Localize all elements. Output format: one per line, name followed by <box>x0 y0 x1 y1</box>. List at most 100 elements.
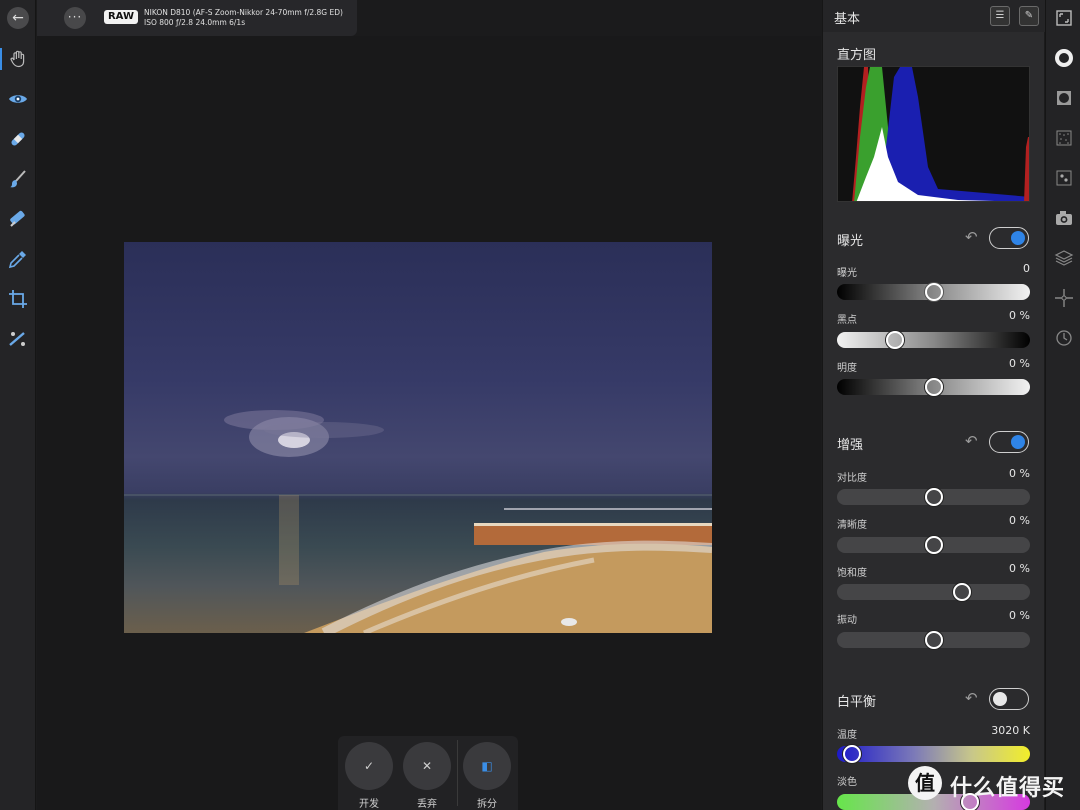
back-arrow-icon: ← <box>12 10 24 26</box>
temperature-slider-thumb[interactable] <box>843 745 862 763</box>
discard-label: 丢弃 <box>417 799 437 810</box>
split-view-icon: ◧ <box>481 759 493 773</box>
saturation-value: 0 % <box>1009 562 1030 575</box>
brightness-label: 明度 <box>837 363 857 374</box>
layers-icon[interactable] <box>1054 248 1074 268</box>
enhance-reset-icon[interactable]: ↶ <box>965 432 978 450</box>
contrast-slider[interactable] <box>837 488 1030 506</box>
enhance-toggle[interactable] <box>989 431 1029 453</box>
history-icon[interactable] <box>1054 328 1074 348</box>
enhance-section-title: 增强 <box>837 438 864 453</box>
photo-info-bar: ··· RAW NIKON D810 (AF-S Zoom-Nikkor 24-… <box>37 0 357 36</box>
brush-icon[interactable] <box>7 168 29 190</box>
toggle-knob <box>1011 231 1025 245</box>
pin-button[interactable]: ✎ <box>1019 6 1039 26</box>
split-button[interactable]: ◧ <box>463 742 511 790</box>
black-point-slider[interactable] <box>837 331 1030 349</box>
white-balance-section-title: 白平衡 <box>837 695 877 710</box>
basic-panel: 基本 ☰ ✎ 直方图 曝光 ↶ 曝光 0 黑点 0 % 明度 0 % 增强 ↶ … <box>822 0 1045 810</box>
saturation-slider-thumb[interactable] <box>953 583 972 601</box>
black-point-slider-thumb[interactable] <box>885 331 904 349</box>
camera-lens-text: NIKON D810 (AF-S Zoom-Nikkor 24-70mm f/2… <box>144 8 343 17</box>
histogram-title: 直方图 <box>837 48 877 63</box>
exposure-toggle[interactable] <box>989 227 1029 249</box>
check-icon: ✓ <box>363 759 375 773</box>
clarity-slider-thumb[interactable] <box>924 536 943 554</box>
raw-badge: RAW <box>104 10 138 24</box>
toggle-knob <box>1011 435 1025 449</box>
black-point-value: 0 % <box>1009 309 1030 322</box>
maximize-icon[interactable] <box>1054 8 1074 28</box>
close-icon: ✕ <box>421 759 433 773</box>
watermark-text: 什么值得买 <box>950 776 1066 801</box>
crop-icon[interactable] <box>7 288 29 310</box>
contrast-label: 对比度 <box>837 473 867 484</box>
photo-preview[interactable] <box>124 242 712 633</box>
tone-wheel-icon[interactable] <box>1054 48 1074 68</box>
clarity-value: 0 % <box>1009 514 1030 527</box>
exposure-reset-icon[interactable]: ↶ <box>965 228 978 246</box>
hand-tool-icon[interactable] <box>0 48 29 70</box>
vibrance-slider-thumb[interactable] <box>924 631 943 649</box>
dots-icon[interactable] <box>1054 168 1074 188</box>
exposure-settings-text: ISO 800 ƒ/2.8 24.0mm 6/1s <box>144 18 246 27</box>
split-label: 拆分 <box>477 799 497 810</box>
histogram <box>837 66 1030 202</box>
develop-button[interactable]: ✓ <box>345 742 393 790</box>
watermark: 值 什么值得买 <box>908 764 1076 804</box>
discard-button[interactable]: ✕ <box>403 742 451 790</box>
contrast-value: 0 % <box>1009 467 1030 480</box>
camera-icon[interactable] <box>1054 208 1074 228</box>
brightness-value: 0 % <box>1009 357 1030 370</box>
color-picker-icon[interactable] <box>7 248 29 270</box>
vignette-icon[interactable] <box>1054 88 1074 108</box>
exposure-slider-thumb[interactable] <box>924 283 943 301</box>
vibrance-label: 振动 <box>837 615 857 626</box>
saturation-label: 饱和度 <box>837 568 867 579</box>
temperature-slider[interactable] <box>837 745 1030 763</box>
gradient-brush-icon[interactable] <box>7 208 29 230</box>
watermark-logo: 值 <box>908 766 942 800</box>
black-point-label: 黑点 <box>837 315 857 326</box>
studio-rail <box>1045 0 1080 810</box>
bandage-icon[interactable] <box>7 128 29 150</box>
pin-icon: ✎ <box>1024 10 1034 21</box>
left-toolbar: ← <box>0 0 36 810</box>
clarity-label: 清晰度 <box>837 520 867 531</box>
exposure-value: 0 <box>1023 262 1030 275</box>
toggle-knob <box>993 692 1007 706</box>
panel-title: 基本 <box>834 12 861 27</box>
split-action[interactable]: ◧ 拆分 <box>462 742 512 810</box>
brightness-slider-thumb[interactable] <box>924 378 943 396</box>
sparkle-icon[interactable] <box>1054 288 1074 308</box>
noise-icon[interactable] <box>1054 128 1074 148</box>
list-icon: ☰ <box>995 10 1005 21</box>
preset-menu-button[interactable]: ☰ <box>990 6 1010 26</box>
develop-action[interactable]: ✓ 开发 <box>344 742 394 810</box>
panel-header: 基本 ☰ ✎ <box>823 0 1045 32</box>
exposure-label: 曝光 <box>837 268 857 279</box>
develop-actions-bar: ✓ 开发 ✕ 丢弃 ◧ 拆分 <box>338 736 518 810</box>
vibrance-value: 0 % <box>1009 609 1030 622</box>
straighten-icon[interactable] <box>7 328 29 350</box>
contrast-slider-thumb[interactable] <box>924 488 943 506</box>
saturation-slider[interactable] <box>837 583 1030 601</box>
temperature-value: 3020 K <box>991 724 1030 737</box>
discard-action[interactable]: ✕ 丢弃 <box>402 742 452 810</box>
back-button[interactable]: ← <box>7 7 29 29</box>
more-options-button[interactable]: ··· <box>64 7 86 29</box>
ellipsis-icon: ··· <box>67 10 83 24</box>
temperature-label: 温度 <box>837 730 857 741</box>
exif-info: NIKON D810 (AF-S Zoom-Nikkor 24-70mm f/2… <box>144 8 343 28</box>
white-balance-toggle[interactable] <box>989 688 1029 710</box>
brightness-slider[interactable] <box>837 378 1030 396</box>
tint-label: 淡色 <box>837 777 857 788</box>
exposure-section-title: 曝光 <box>837 234 864 249</box>
eye-icon[interactable] <box>7 88 29 110</box>
vibrance-slider[interactable] <box>837 631 1030 649</box>
divider <box>457 740 458 806</box>
white-balance-reset-icon[interactable]: ↶ <box>965 689 978 707</box>
exposure-slider[interactable] <box>837 283 1030 301</box>
clarity-slider[interactable] <box>837 536 1030 554</box>
develop-label: 开发 <box>359 799 379 810</box>
